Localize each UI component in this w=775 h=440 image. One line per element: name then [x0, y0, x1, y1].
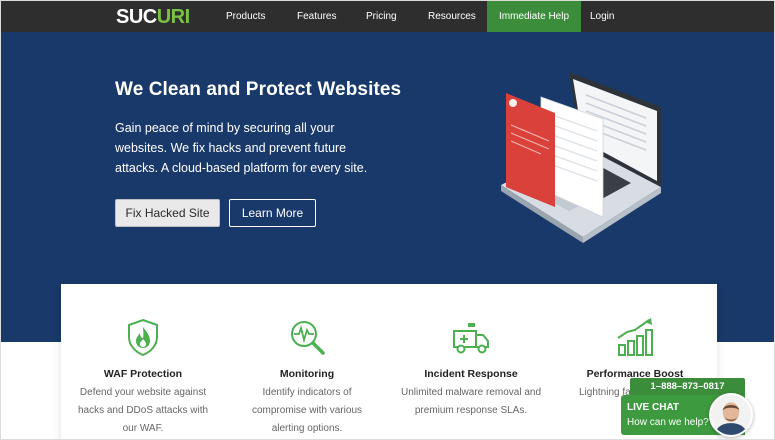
feature-waf-protection: WAF Protection Defend your website again… [61, 284, 225, 439]
agent-photo-icon [711, 395, 751, 435]
chat-agent-avatar[interactable] [709, 393, 753, 437]
ambulance-icon [453, 323, 489, 354]
page: SUCURI Products Features Pricing Resourc… [0, 0, 775, 440]
magnifier-pulse-icon [291, 321, 325, 355]
feature-incident-response: Incident Response Unlimited malware remo… [389, 284, 553, 439]
live-chat-subtitle: How can we help? [627, 417, 709, 428]
nav-item-pricing[interactable]: Pricing [366, 1, 397, 32]
nav-item-products[interactable]: Products [226, 1, 265, 32]
nav-item-features[interactable]: Features [297, 1, 336, 32]
features-card: WAF Protection Defend your website again… [61, 284, 717, 439]
sucuri-logo[interactable]: SUCURI [116, 6, 190, 29]
feature-title: Incident Response [424, 368, 518, 380]
feature-monitoring: Monitoring Identify indicators of compro… [225, 284, 389, 439]
feature-description: Unlimited malware removal and premium re… [400, 387, 542, 416]
live-chat-title: LIVE CHAT [627, 402, 680, 413]
feature-description: Identify indicators of compromise with v… [251, 387, 363, 434]
hero-title: We Clean and Protect Websites [115, 79, 402, 100]
feature-description: Defend your website against hacks and DD… [77, 387, 209, 434]
top-navigation: SUCURI Products Features Pricing Resourc… [1, 1, 774, 32]
immediate-help-button[interactable]: Immediate Help [487, 1, 581, 32]
learn-more-button[interactable]: Learn More [229, 199, 316, 227]
logo-text-white: SUC [116, 6, 157, 28]
feature-title: WAF Protection [103, 368, 183, 380]
fix-hacked-site-button[interactable]: Fix Hacked Site [115, 199, 220, 227]
hero-description: Gain peace of mind by securing all your … [115, 121, 368, 175]
feature-title: Monitoring [279, 368, 335, 380]
laptop-illustration [501, 72, 661, 243]
shield-flame-icon [128, 318, 158, 357]
logo-text-green: URI [156, 6, 190, 28]
nav-item-resources[interactable]: Resources [428, 1, 476, 32]
nav-item-login[interactable]: Login [590, 1, 614, 32]
growth-chart-icon [617, 318, 653, 356]
